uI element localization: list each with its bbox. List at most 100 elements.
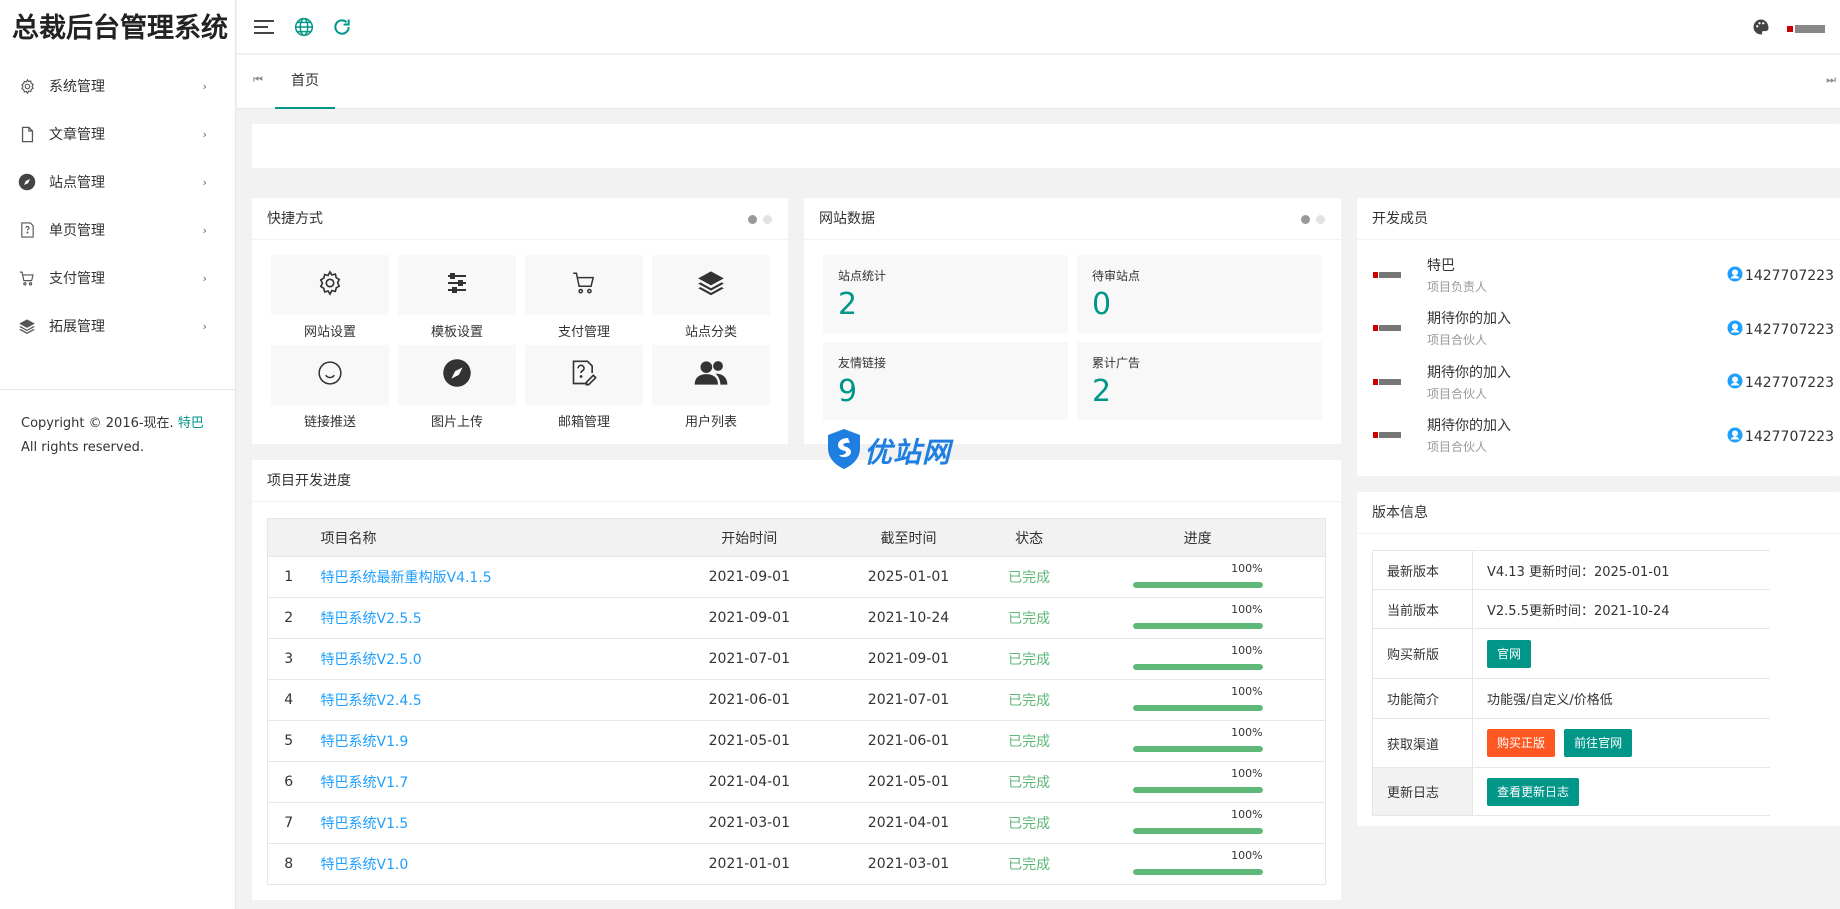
sidebar-item-extension[interactable]: 拓展管理 › bbox=[0, 302, 235, 350]
member-qq[interactable]: 1427707223 bbox=[1727, 427, 1834, 447]
member-name: 特巴 bbox=[1427, 257, 1455, 274]
shortcut-label: 支付管理 bbox=[557, 325, 610, 340]
watermark-text: 优站网 bbox=[864, 436, 952, 469]
carousel-dot[interactable] bbox=[763, 214, 772, 224]
layers-icon bbox=[696, 269, 726, 301]
member-qq[interactable]: 1427707223 bbox=[1727, 320, 1834, 340]
project-link[interactable]: 特巴系统V1.0 bbox=[321, 857, 409, 873]
version-key: 当前版本 bbox=[1372, 589, 1473, 629]
gear-icon bbox=[17, 76, 37, 96]
project-link[interactable]: 特巴系统V2.4.5 bbox=[321, 693, 422, 709]
progress-bar: 100% bbox=[1132, 685, 1263, 715]
carousel-dot[interactable] bbox=[1301, 214, 1310, 224]
shortcut-user-list[interactable]: 用户列表 bbox=[652, 345, 770, 431]
version-key: 最新版本 bbox=[1372, 550, 1473, 590]
progress-bar: 100% bbox=[1132, 644, 1263, 674]
version-row: 最新版本 V4.13 更新时间：2025-01-01 bbox=[1372, 550, 1770, 590]
row-index: 4 bbox=[267, 679, 306, 721]
sidebar-item-label: 拓展管理 bbox=[49, 319, 105, 335]
tab-home[interactable]: 首页 bbox=[275, 55, 335, 109]
member-name: 期待你的加入 bbox=[1427, 364, 1511, 381]
shortcut-image-upload[interactable]: 图片上传 bbox=[398, 345, 516, 431]
row-end: 2021-06-01 bbox=[828, 720, 989, 762]
project-link[interactable]: 特巴系统V1.5 bbox=[321, 816, 409, 832]
version-title: 版本信息 bbox=[1372, 505, 1428, 521]
brand-logo[interactable] bbox=[1786, 18, 1826, 40]
project-link[interactable]: 特巴系统V2.5.5 bbox=[321, 611, 422, 627]
sidebar: 总裁后台管理系统 系统管理 › 文章管理 › 站点管理 › 单页管理 › 支付管… bbox=[0, 0, 236, 909]
sidebar-item-payment[interactable]: 支付管理 › bbox=[0, 254, 235, 302]
version-row: 获取渠道 购买正版 前往官网 bbox=[1372, 718, 1770, 768]
progress-fill bbox=[1132, 787, 1263, 793]
progress-title: 项目开发进度 bbox=[267, 473, 351, 489]
version-row: 当前版本 V2.5.5更新时间：2021-10-24 bbox=[1372, 589, 1770, 629]
progress-fill bbox=[1132, 869, 1263, 875]
row-start: 2021-09-01 bbox=[669, 556, 829, 598]
stat-label: 待审站点 bbox=[1092, 269, 1141, 283]
shortcut-template-settings[interactable]: 模板设置 bbox=[398, 255, 516, 341]
sidebar-item-page[interactable]: 单页管理 › bbox=[0, 206, 235, 254]
member-qq[interactable]: 1427707223 bbox=[1727, 373, 1834, 393]
hamburger-icon[interactable] bbox=[253, 16, 275, 38]
member-qq[interactable]: 1427707223 bbox=[1727, 266, 1834, 286]
col-name: 项目名称 bbox=[305, 518, 670, 557]
stat-label: 友情链接 bbox=[838, 356, 887, 370]
shortcut-label: 模板设置 bbox=[430, 325, 483, 340]
col-status: 状态 bbox=[988, 518, 1071, 557]
row-status: 已完成 bbox=[988, 638, 1071, 680]
carousel-dots bbox=[748, 198, 772, 240]
buy-genuine-button[interactable]: 购买正版 bbox=[1487, 729, 1556, 757]
project-link[interactable]: 特巴系统V1.9 bbox=[321, 734, 409, 750]
refresh-icon[interactable] bbox=[331, 16, 353, 38]
progress-panel: 项目开发进度 项目名称 开始时间 截至时间 状态 进度 1 特巴系统最新重构版V4… bbox=[252, 460, 1341, 900]
carousel-dot[interactable] bbox=[1316, 214, 1325, 224]
table-row: 6 特巴系统V1.7 2021-04-01 2021-05-01 已完成 100% bbox=[267, 761, 1326, 803]
progress-bar: 100% bbox=[1132, 603, 1263, 633]
copyright-suffix: All rights reserved. bbox=[21, 440, 144, 455]
sidebar-item-label: 文章管理 bbox=[49, 127, 105, 143]
globe-icon[interactable] bbox=[293, 16, 315, 38]
go-official-button[interactable]: 前往官网 bbox=[1564, 729, 1633, 757]
brand-logo bbox=[1373, 375, 1413, 389]
shortcut-label: 链接推送 bbox=[303, 415, 356, 430]
stat-value: 9 bbox=[838, 374, 858, 409]
tab-prev-icon[interactable]: ⏮ bbox=[253, 73, 263, 87]
stat-card[interactable]: 友情链接 9 bbox=[823, 342, 1068, 420]
shortcut-label: 用户列表 bbox=[684, 415, 737, 430]
sidebar-item-article[interactable]: 文章管理 › bbox=[0, 110, 235, 158]
row-start: 2021-01-01 bbox=[708, 856, 790, 872]
sidebar-menu: 系统管理 › 文章管理 › 站点管理 › 单页管理 › 支付管理 › 拓展管理 … bbox=[0, 62, 235, 350]
shortcut-link-push[interactable]: 链接推送 bbox=[271, 345, 389, 431]
sidebar-item-site[interactable]: 站点管理 › bbox=[0, 158, 235, 206]
tab-next-icon[interactable]: ⏭ bbox=[1826, 73, 1836, 87]
page-help-icon bbox=[17, 220, 37, 240]
carousel-dot[interactable] bbox=[748, 214, 757, 224]
table-row: 1 特巴系统最新重构版V4.1.5 2021-09-01 2025-01-01 已完成 1… bbox=[267, 556, 1326, 598]
stat-card[interactable]: 待审站点 0 bbox=[1077, 255, 1322, 333]
official-site-button[interactable]: 官网 bbox=[1487, 639, 1532, 668]
project-link[interactable]: 特巴系统V1.7 bbox=[321, 775, 409, 791]
palette-icon[interactable] bbox=[1750, 16, 1772, 38]
copyright-prefix: Copyright © 2016-现在. bbox=[21, 416, 174, 431]
qq-icon bbox=[1727, 373, 1743, 393]
project-link[interactable]: 特巴系统V2.5.0 bbox=[321, 652, 422, 668]
member-item: 期待你的加入 项目合伙人 1427707223 bbox=[1357, 409, 1840, 463]
shortcut-mail[interactable]: 邮箱管理 bbox=[525, 345, 643, 431]
shortcut-site-category[interactable]: 站点分类 bbox=[652, 255, 770, 341]
stat-card[interactable]: 累计广告 2 bbox=[1077, 342, 1322, 420]
sidebar-item-system[interactable]: 系统管理 › bbox=[0, 62, 235, 110]
row-index: 1 bbox=[267, 556, 306, 598]
stat-card[interactable]: 站点统计 2 bbox=[823, 255, 1068, 333]
view-changelog-button[interactable]: 查看更新日志 bbox=[1487, 777, 1580, 806]
shortcut-payment[interactable]: 支付管理 bbox=[525, 255, 643, 341]
shortcut-site-settings[interactable]: 网站设置 bbox=[271, 255, 389, 341]
table-row: 4 特巴系统V2.4.5 2021-06-01 2021-07-01 已完成 100% bbox=[267, 679, 1326, 721]
shortcut-label: 邮箱管理 bbox=[557, 415, 610, 430]
col-end: 截至时间 bbox=[828, 518, 989, 557]
panel-title: 快捷方式 bbox=[252, 198, 788, 240]
member-name: 期待你的加入 bbox=[1427, 418, 1511, 435]
project-link[interactable]: 特巴系统最新重构版V4.1.5 bbox=[321, 570, 492, 586]
copyright-link[interactable]: 特巴 bbox=[178, 416, 204, 431]
app-title: 总裁后台管理系统 bbox=[12, 13, 228, 44]
table-row: 7 特巴系统V1.5 2021-03-01 2021-04-01 已完成 100% bbox=[267, 802, 1326, 844]
